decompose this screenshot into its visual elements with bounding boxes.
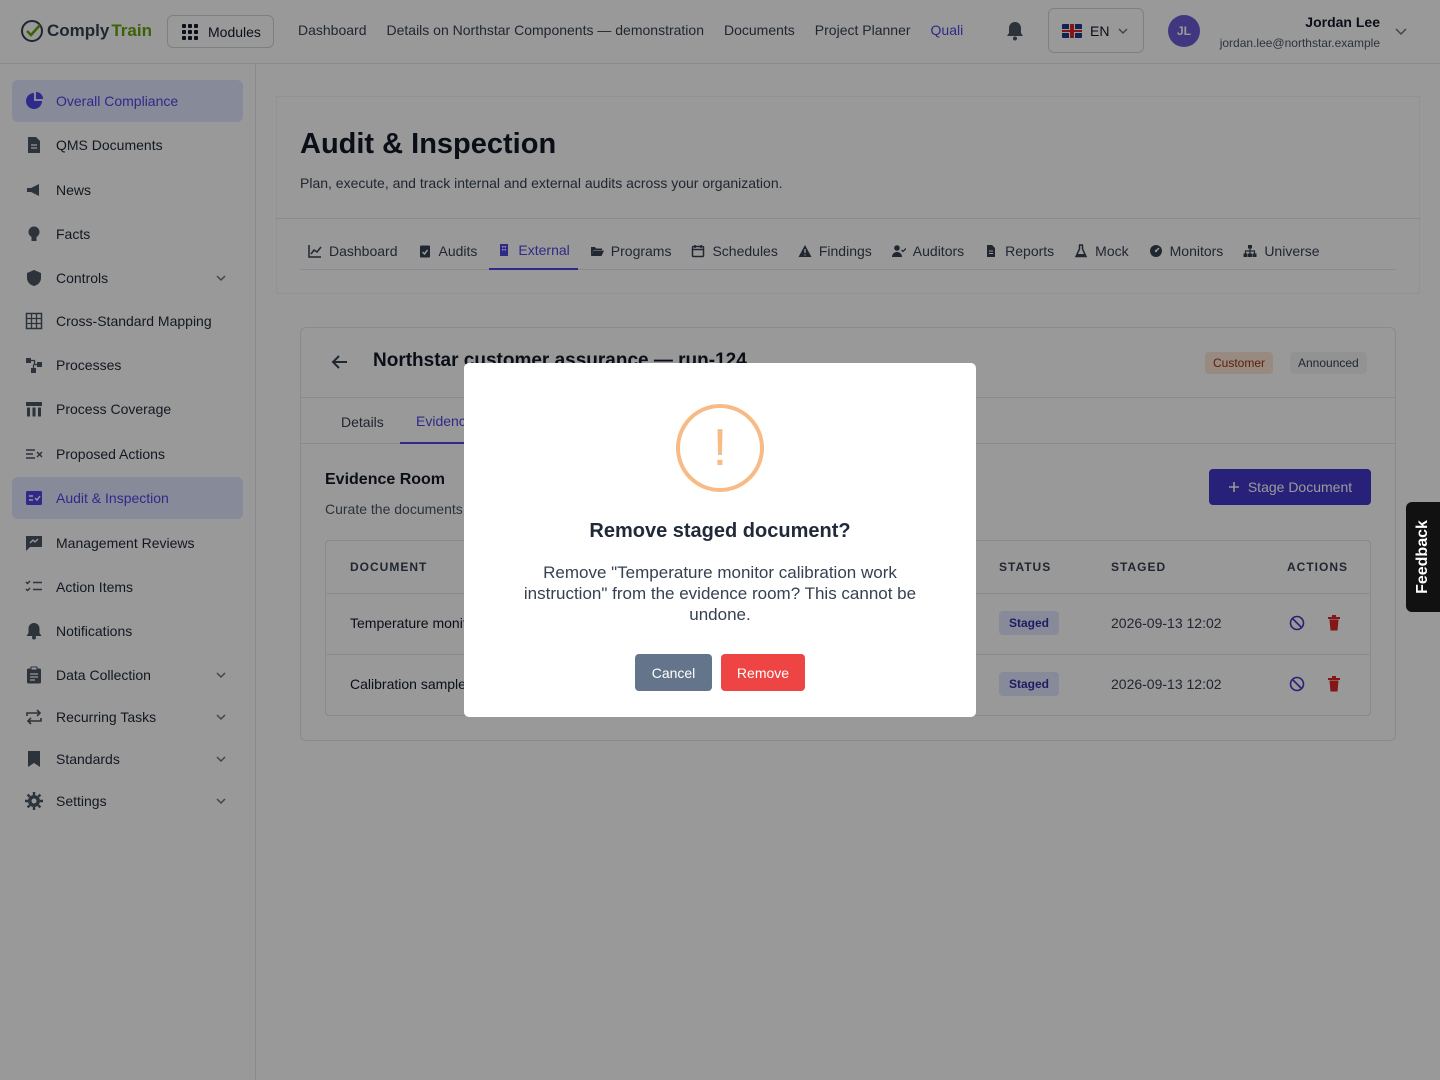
dialog-message: Remove "Temperature monitor calibration … <box>523 563 917 624</box>
feedback-label: Feedback <box>1414 520 1431 594</box>
cancel-button[interactable]: Cancel <box>635 654 712 691</box>
feedback-tab[interactable]: Feedback <box>1406 502 1440 612</box>
warning-glyph: ! <box>712 419 728 477</box>
confirm-remove-dialog: ! Remove staged document? Remove "Temper… <box>464 363 976 717</box>
warning-icon: ! <box>676 404 764 492</box>
remove-button[interactable]: Remove <box>721 654 805 691</box>
dialog-title: Remove staged document? <box>589 520 851 542</box>
